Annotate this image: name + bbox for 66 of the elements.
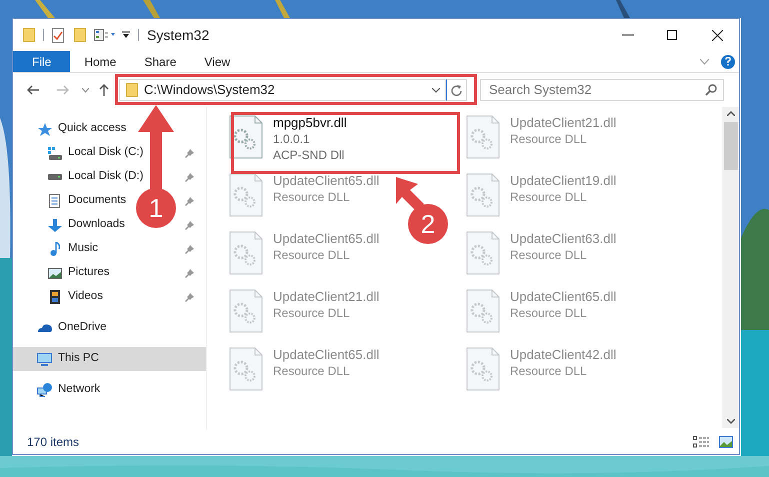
folder-icon [23,28,35,42]
checklist-icon [52,28,64,42]
network-icon [37,383,52,397]
file-detail: Resource DLL [273,189,350,205]
customize-dropdown-icon[interactable] [122,31,130,39]
item-count: 170 items [27,434,80,451]
pointer-arrow [396,177,424,211]
scrollbar[interactable] [722,107,739,428]
ribbon-tab[interactable]: Share [130,51,190,72]
picture-icon [48,268,62,278]
down-arrow-icon [48,218,62,232]
star-icon [38,122,52,136]
nav-item[interactable]: Videos [68,288,103,306]
scrollbar-thumb[interactable] [724,122,738,170]
dropdown-icon[interactable] [432,88,440,92]
maximize-icon[interactable] [667,30,677,40]
nav-item[interactable]: Local Disk (C:) [68,144,144,162]
ribbon-tab[interactable]: Home [70,51,130,72]
nav-item[interactable]: Local Disk (D:) [68,168,144,186]
drive-icon [48,174,62,180]
nav-item[interactable]: Pictures [68,264,110,282]
nav-item[interactable]: Network [58,381,100,399]
file-detail: Resource DLL [510,247,587,263]
ribbon-tab[interactable]: View [190,51,244,72]
large-icons-view-icon[interactable] [719,436,733,448]
document-icon [49,194,60,208]
folder-icon [74,28,86,42]
file-detail: Resource DLL [510,305,587,321]
up-icon[interactable] [99,84,109,96]
file-detail: Resource DLL [510,363,587,379]
drive-icon [48,146,62,160]
file-detail: Resource DLL [510,131,587,147]
nav-item[interactable]: Downloads [68,216,125,234]
monitor-icon [37,352,52,366]
nav-item[interactable]: Music [68,240,98,258]
close-icon[interactable] [712,30,723,40]
folder-icon [126,83,138,97]
help-icon[interactable] [721,54,735,68]
window-title: System32 [147,26,210,45]
file-detail: 1.0.0.1 [273,131,310,147]
film-icon [50,290,60,304]
nav-item[interactable]: This PC [58,350,99,368]
scroll-up-icon[interactable] [726,111,734,116]
details-view-icon[interactable] [693,436,709,448]
refresh-icon [451,84,462,96]
file-detail: Resource DLL [273,247,350,263]
nav-item[interactable]: OneDrive [58,319,107,337]
file-name[interactable]: mpgp5bvr.dll [273,115,347,131]
recent-locations-icon[interactable] [82,88,89,92]
cloud-icon [38,324,52,332]
file-detail: Resource DLL [510,189,587,205]
file-detail: Resource DLL [273,363,350,379]
address-path: C:\Windows\System32 [144,81,275,100]
properties-icon[interactable] [94,29,116,41]
ribbon-tab[interactable]: File [13,51,70,72]
file-detail: ACP-SND Dll [273,147,344,163]
refresh-button[interactable] [446,79,467,101]
scroll-down-icon[interactable] [726,419,734,424]
minimize-icon[interactable] [622,34,634,36]
back-icon[interactable] [27,85,39,95]
file-detail: Resource DLL [273,305,350,321]
nav-item[interactable]: Quick access [58,120,126,138]
address-bar[interactable]: C:\Windows\System32 [119,79,446,101]
nav-item[interactable]: Documents [68,192,126,210]
music-note-icon [50,242,60,256]
expand-ribbon-icon[interactable] [700,58,709,64]
